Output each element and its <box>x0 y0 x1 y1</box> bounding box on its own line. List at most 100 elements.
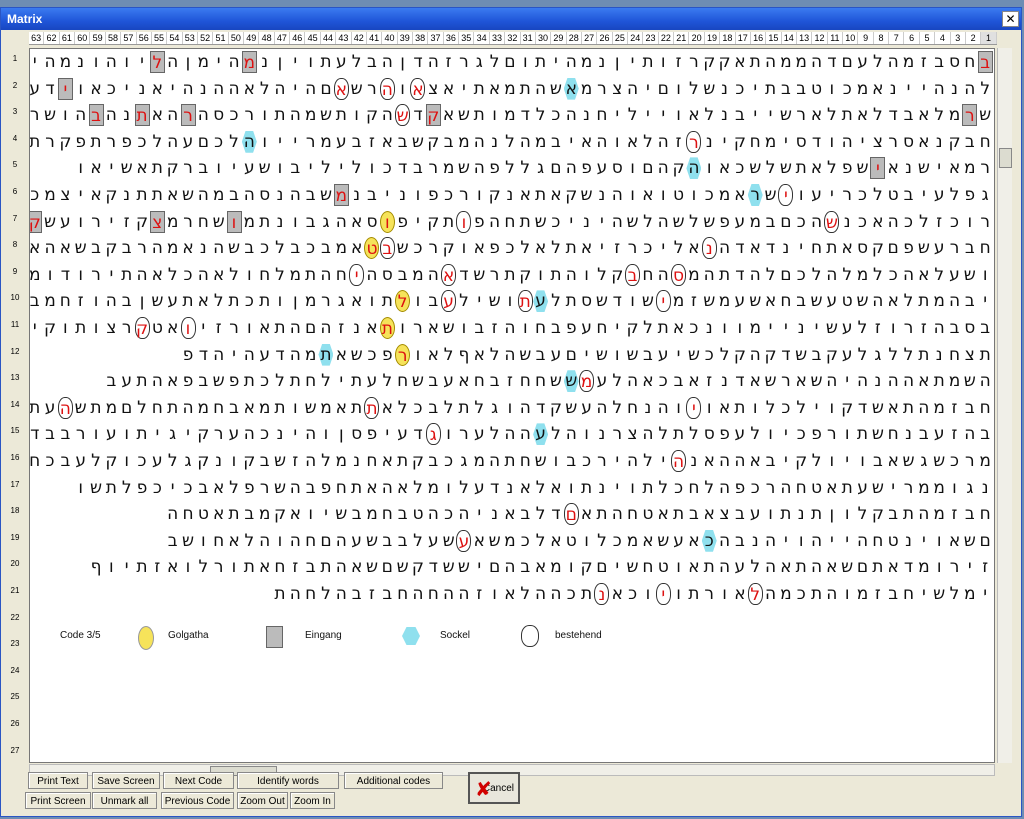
letter-cell[interactable]: מ <box>855 264 870 286</box>
letter-cell[interactable]: ה <box>303 78 318 100</box>
letter-cell[interactable]: ת <box>533 184 548 206</box>
letter-cell[interactable]: ת <box>518 78 533 100</box>
letter-cell[interactable]: ג <box>334 290 349 312</box>
letter-cell[interactable]: מ <box>901 51 916 73</box>
letter-cell[interactable]: ר <box>962 450 977 472</box>
letter-cell[interactable]: ה <box>564 157 579 179</box>
letter-cell[interactable]: ח <box>533 370 548 392</box>
letter-cell[interactable]: א <box>717 397 732 419</box>
letter-cell[interactable]: ש <box>901 450 916 472</box>
letter-cell[interactable]: פ <box>227 370 242 392</box>
letter-cell[interactable]: ת <box>579 477 594 499</box>
letter-cell[interactable]: ח <box>978 237 993 259</box>
letter-cell[interactable]: מ <box>932 477 947 499</box>
letter-cell[interactable]: נ <box>119 104 134 126</box>
letter-cell[interactable]: ו <box>441 423 456 445</box>
letter-cell[interactable]: ה <box>870 290 885 312</box>
letter-cell[interactable]: ל <box>395 397 410 419</box>
letter-cell[interactable]: א <box>211 264 226 286</box>
letter-cell[interactable]: מ <box>533 131 548 153</box>
letter-cell[interactable]: י <box>717 131 732 153</box>
marked-letter-cell[interactable]: ט <box>364 237 380 260</box>
letter-cell[interactable]: ל <box>763 157 778 179</box>
letter-cell[interactable]: ו <box>227 556 242 578</box>
letter-cell[interactable]: כ <box>257 370 272 392</box>
letter-cell[interactable]: מ <box>196 51 211 73</box>
letter-cell[interactable]: ה <box>564 423 579 445</box>
letter-cell[interactable]: כ <box>548 104 563 126</box>
letter-cell[interactable]: צ <box>625 423 640 445</box>
letter-cell[interactable]: ש <box>594 344 609 366</box>
letter-cell[interactable]: א <box>579 131 594 153</box>
letter-cell[interactable]: ע <box>732 423 747 445</box>
letter-cell[interactable]: ה <box>472 131 487 153</box>
letter-cell[interactable]: ב <box>196 370 211 392</box>
letter-cell[interactable]: א <box>686 104 701 126</box>
letter-cell[interactable]: א <box>150 264 165 286</box>
letter-cell[interactable]: י <box>165 78 180 100</box>
letter-cell[interactable]: א <box>165 556 180 578</box>
letter-cell[interactable]: ק <box>732 344 747 366</box>
letter-cell[interactable]: ה <box>303 423 318 445</box>
letter-cell[interactable]: ב <box>288 237 303 259</box>
letter-cell[interactable]: ס <box>349 423 364 445</box>
letter-cell[interactable]: ה <box>625 450 640 472</box>
letter-cell[interactable]: ו <box>886 317 901 339</box>
letter-cell[interactable]: ה <box>717 237 732 259</box>
letter-cell[interactable]: ז <box>334 317 349 339</box>
letter-cell[interactable]: ש <box>487 530 502 552</box>
letter-cell[interactable]: ב <box>886 583 901 605</box>
letter-cell[interactable]: ה <box>640 423 655 445</box>
letter-cell[interactable]: ד <box>410 51 425 73</box>
letter-cell[interactable]: ח <box>778 290 793 312</box>
letter-cell[interactable]: א <box>349 237 364 259</box>
letter-cell[interactable]: פ <box>73 131 88 153</box>
letter-cell[interactable]: ה <box>548 583 563 605</box>
letter-cell[interactable]: ל <box>272 264 287 286</box>
letter-cell[interactable]: ל <box>318 157 333 179</box>
letter-cell[interactable]: א <box>579 503 594 525</box>
letter-cell[interactable]: ש <box>763 370 778 392</box>
previous-code-button[interactable]: Previous Code <box>161 792 234 809</box>
letter-cell[interactable]: ת <box>732 397 747 419</box>
letter-cell[interactable]: פ <box>181 344 196 366</box>
letter-cell[interactable]: ה <box>227 78 242 100</box>
letter-cell[interactable]: י <box>916 583 931 605</box>
letter-cell[interactable]: ע <box>840 317 855 339</box>
letter-cell[interactable]: כ <box>410 237 425 259</box>
print-text-button[interactable]: Print Text <box>28 772 88 789</box>
letter-cell[interactable]: ב <box>487 370 502 392</box>
letter-cell[interactable]: י <box>748 104 763 126</box>
letter-cell[interactable]: ה <box>426 264 441 286</box>
letter-cell[interactable]: ת <box>901 503 916 525</box>
letter-cell[interactable]: י <box>73 184 88 206</box>
marked-letter-cell[interactable]: כ <box>701 529 717 552</box>
letter-cell[interactable]: א <box>748 237 763 259</box>
letter-cell[interactable]: א <box>640 184 655 206</box>
letter-cell[interactable]: ל <box>165 264 180 286</box>
letter-cell[interactable]: ז <box>870 317 885 339</box>
letter-cell[interactable]: ת <box>395 450 410 472</box>
marked-letter-cell[interactable]: ל <box>747 583 763 605</box>
letter-cell[interactable]: נ <box>73 51 88 73</box>
letter-cell[interactable]: ת <box>73 317 88 339</box>
letter-cell[interactable]: ה <box>962 423 977 445</box>
letter-cell[interactable]: ן <box>610 51 625 73</box>
letter-cell[interactable]: ר <box>211 423 226 445</box>
letter-cell[interactable]: מ <box>962 157 977 179</box>
letter-cell[interactable]: ש <box>579 184 594 206</box>
letter-cell[interactable]: ו <box>43 264 58 286</box>
marked-letter-cell[interactable]: ק <box>30 210 43 233</box>
letter-cell[interactable]: כ <box>211 131 226 153</box>
letter-cell[interactable]: ב <box>640 344 655 366</box>
letter-cell[interactable]: ב <box>962 131 977 153</box>
letter-cell[interactable]: ע <box>472 477 487 499</box>
letter-cell[interactable]: ו <box>364 290 379 312</box>
letter-cell[interactable]: י <box>932 157 947 179</box>
letter-cell[interactable]: ב <box>978 317 993 339</box>
letter-cell[interactable]: י <box>809 317 824 339</box>
letter-cell[interactable]: ל <box>686 423 701 445</box>
letter-cell[interactable]: י <box>334 157 349 179</box>
letter-cell[interactable]: ה <box>809 211 824 233</box>
letter-cell[interactable]: ב <box>426 397 441 419</box>
